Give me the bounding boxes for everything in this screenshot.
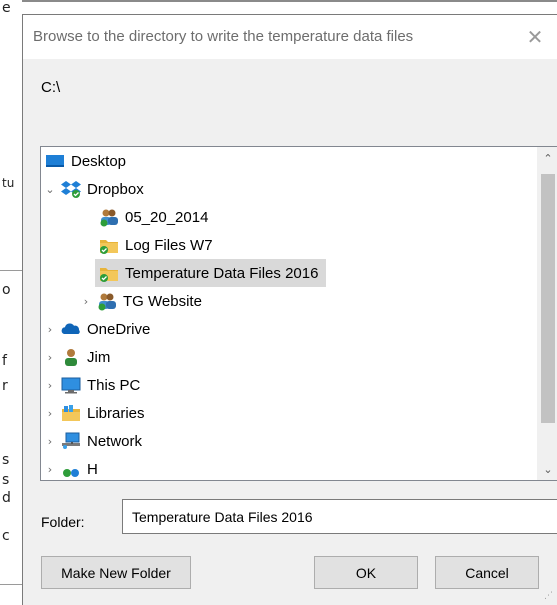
background-text: d (2, 490, 11, 506)
chevron-right-icon[interactable]: › (43, 407, 57, 420)
scrollbar-thumb[interactable] (541, 174, 555, 423)
background-divider (0, 584, 22, 585)
shared-folder-icon (98, 293, 116, 311)
folder-label: Folder: (41, 514, 85, 530)
dialog-title: Browse to the directory to write the tem… (33, 28, 414, 45)
tree-item-label: Libraries (87, 404, 145, 422)
tree-item-05-20-2014[interactable]: 05_20_2014 (81, 203, 551, 231)
tree-item-dropbox[interactable]: ⌄ Dropbox (43, 175, 513, 203)
chevron-down-icon[interactable]: ⌄ (43, 183, 57, 196)
chevron-right-icon[interactable]: › (43, 435, 57, 448)
synced-folder-icon (100, 240, 118, 254)
dropbox-icon (61, 181, 81, 198)
tree-item-label: Temperature Data Files 2016 (125, 264, 319, 282)
tree-item-label: H (87, 460, 98, 478)
chevron-down-icon: ⌄ (543, 462, 553, 476)
background-text: c (2, 528, 10, 544)
tree-item-label: This PC (87, 376, 141, 394)
tree-item-label: Desktop (71, 152, 127, 170)
chevron-right-icon[interactable]: › (79, 295, 93, 308)
cancel-button[interactable]: Cancel (435, 556, 539, 589)
tree-item-this-pc[interactable]: › This PC (43, 371, 513, 399)
tree-item-label: Network (87, 432, 143, 450)
scroll-up-button[interactable]: ⌃ (538, 147, 557, 169)
libraries-icon (62, 405, 80, 421)
tree-item-label: TG Website (123, 292, 202, 310)
background-window-border (0, 0, 557, 2)
scroll-down-button[interactable]: ⌄ (538, 458, 557, 480)
resize-grip-icon[interactable]: ⋰ (544, 591, 553, 601)
chevron-right-icon[interactable]: › (43, 323, 57, 336)
folder-tree[interactable]: Desktop ⌄ Dropbox 05_20_2014 Log Files W… (40, 146, 557, 481)
tree-item-label: Log Files W7 (125, 236, 213, 254)
tree-item-network[interactable]: › Network (43, 427, 513, 455)
tree-item-label: 05_20_2014 (125, 208, 209, 226)
chevron-up-icon: ⌃ (543, 151, 553, 165)
tree-item-label: OneDrive (87, 320, 151, 338)
computer-icon (61, 377, 81, 394)
background-text: e (2, 0, 11, 16)
user-icon (65, 349, 77, 366)
background-text: tu (2, 176, 15, 190)
tree-scrollbar[interactable]: ⌃ ⌄ (537, 147, 557, 480)
tree-item-desktop[interactable]: Desktop (43, 147, 513, 175)
tree-item-jim[interactable]: › Jim (43, 343, 513, 371)
folder-name-input[interactable] (122, 499, 557, 534)
tree-item-label: Jim (87, 348, 111, 366)
tree-item-label: Dropbox (87, 180, 144, 198)
background-text: r (2, 378, 8, 394)
background-text: s (2, 452, 10, 468)
close-button[interactable]: ✕ (521, 23, 549, 51)
chevron-right-icon[interactable]: › (43, 351, 57, 364)
tree-item-tg-website[interactable]: › TG Website (79, 287, 549, 315)
close-icon: ✕ (526, 25, 544, 49)
background-window-top (0, 0, 557, 14)
background-divider (0, 270, 22, 271)
homegroup-icon (63, 469, 79, 477)
background-text: o (2, 282, 11, 298)
chevron-right-icon[interactable]: › (43, 379, 57, 392)
synced-folder-icon (100, 268, 118, 282)
shared-folder-icon (100, 209, 118, 227)
make-new-folder-button[interactable]: Make New Folder (41, 556, 191, 589)
onedrive-icon (61, 323, 80, 334)
tree-item-log-files-w7[interactable]: Log Files W7 (81, 231, 551, 259)
desktop-icon (46, 155, 64, 167)
selected-path: C:\ (41, 79, 61, 96)
ok-button[interactable]: OK (314, 556, 418, 589)
network-icon (62, 432, 80, 449)
background-text: f (2, 353, 7, 369)
browse-folder-dialog: Browse to the directory to write the tem… (22, 14, 557, 605)
title-bar[interactable]: Browse to the directory to write the tem… (23, 15, 557, 59)
tree-item-temperature-data-files-2016[interactable]: Temperature Data Files 2016 (81, 259, 551, 287)
tree-item-onedrive[interactable]: › OneDrive (43, 315, 513, 343)
background-text: s (2, 472, 10, 488)
chevron-right-icon[interactable]: › (43, 463, 57, 476)
tree-item-libraries[interactable]: › Libraries (43, 399, 513, 427)
tree-item-homegroup[interactable]: › H (43, 455, 513, 480)
background-window-strip: e tu o f r s s d c (0, 0, 22, 605)
